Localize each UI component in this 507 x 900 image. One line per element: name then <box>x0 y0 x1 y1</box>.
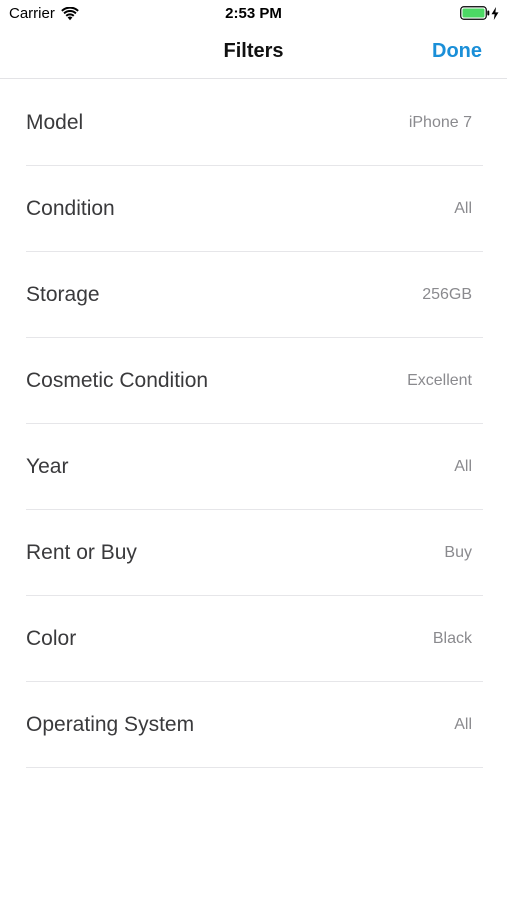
filter-row-operating-system[interactable]: Operating System All <box>26 682 483 768</box>
charging-bolt-icon <box>491 6 499 20</box>
filter-value: iPhone 7 <box>408 114 472 131</box>
filter-value: Excellent <box>407 372 472 389</box>
filter-label: Color <box>26 627 77 650</box>
filter-list: Model iPhone 7 Condition All Storage 256… <box>0 80 507 768</box>
filter-label: Operating System <box>26 713 195 736</box>
status-bar: Carrier 2:53 PM <box>0 0 507 28</box>
filter-value: 256GB <box>422 286 472 303</box>
filter-value: All <box>454 458 472 475</box>
status-time: 2:53 PM <box>225 5 282 22</box>
filter-label: Year <box>26 455 69 478</box>
filter-value: Black <box>432 630 472 647</box>
filter-row-storage[interactable]: Storage 256GB <box>26 252 483 338</box>
filter-row-rent-or-buy[interactable]: Rent or Buy Buy <box>26 510 483 596</box>
navigation-bar: Filters Done <box>0 28 507 79</box>
page-title: Filters <box>223 40 284 62</box>
filter-value: All <box>454 200 472 217</box>
filter-value: Buy <box>444 544 472 561</box>
filter-label: Cosmetic Condition <box>26 369 209 392</box>
filter-row-model[interactable]: Model iPhone 7 <box>26 80 483 166</box>
filter-label: Storage <box>26 283 100 306</box>
filter-row-color[interactable]: Color Black <box>26 596 483 682</box>
filter-row-cosmetic-condition[interactable]: Cosmetic Condition Excellent <box>26 338 483 424</box>
filter-label: Condition <box>26 197 115 220</box>
filter-label: Model <box>26 111 84 134</box>
filter-label: Rent or Buy <box>26 541 137 564</box>
filter-row-condition[interactable]: Condition All <box>26 166 483 252</box>
battery-indicator <box>460 6 499 20</box>
filter-value: All <box>454 716 472 733</box>
filter-row-year[interactable]: Year All <box>26 424 483 510</box>
battery-icon <box>460 6 490 20</box>
done-button[interactable]: Done <box>432 40 482 63</box>
